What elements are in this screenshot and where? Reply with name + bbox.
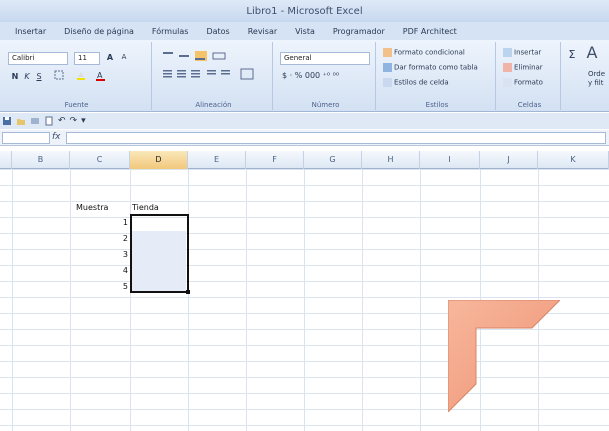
tab-formulas[interactable]: Fórmulas xyxy=(143,27,198,36)
ribbon-tabs: Insertar Diseño de página Fórmulas Datos… xyxy=(0,22,609,40)
column-header-e[interactable]: E xyxy=(188,151,246,169)
column-header-c[interactable]: C xyxy=(70,151,130,169)
column-header-h[interactable]: H xyxy=(362,151,420,169)
cells-group-label: Celdas xyxy=(517,101,542,109)
cell-c-muestra[interactable]: Muestra xyxy=(76,203,108,212)
column-header-d[interactable]: D xyxy=(130,151,188,169)
cells-group: Insertar Eliminar Formato Celdas xyxy=(499,42,561,110)
format-as-table-button[interactable]: Dar formato como tabla xyxy=(383,63,478,72)
tab-insertar[interactable]: Insertar xyxy=(6,27,55,36)
column-header-g[interactable]: G xyxy=(304,151,362,169)
tab-diseno-pagina[interactable]: Diseño de página xyxy=(55,27,143,36)
autosum-button[interactable]: Σ xyxy=(566,48,578,61)
formula-bar: fx xyxy=(0,130,609,146)
sort-filter-button[interactable]: A xyxy=(582,45,602,61)
currency-button[interactable]: $ · % 000 ⁺⁰ ⁰⁰ xyxy=(282,71,339,80)
undo-icon[interactable]: ↶ xyxy=(58,116,66,126)
print-preview-icon[interactable] xyxy=(30,116,40,126)
tab-programador[interactable]: Programador xyxy=(324,27,394,36)
formula-input[interactable] xyxy=(66,132,606,144)
tab-revisar[interactable]: Revisar xyxy=(239,27,286,36)
number-group: General $ · % 000 ⁺⁰ ⁰⁰ Número xyxy=(276,42,376,110)
column-header-b[interactable]: B xyxy=(12,151,70,169)
fx-icon[interactable]: fx xyxy=(52,132,61,142)
number-group-label: Número xyxy=(311,101,340,109)
cell-styles-button[interactable]: Estilos de celda xyxy=(383,78,449,87)
cell-c-row1[interactable]: 1 xyxy=(120,218,128,227)
borders-icon xyxy=(54,70,64,80)
redo-icon[interactable]: ↷ xyxy=(70,116,78,126)
column-headers: B C D E F G H I J K xyxy=(0,151,609,169)
filter-label: y filt xyxy=(588,79,604,87)
fill-handle[interactable] xyxy=(186,290,190,294)
tab-pdf-architect[interactable]: PDF Architect xyxy=(394,27,466,36)
styles-group: Formato condicional Dar formato como tab… xyxy=(379,42,496,110)
corner-arrow-graphic xyxy=(448,300,560,412)
conditional-format-button[interactable]: Formato condicional xyxy=(383,48,465,57)
quick-access-toolbar: ↶ ↷ ▾ xyxy=(0,113,609,129)
font-color-button[interactable]: A xyxy=(94,70,108,83)
alignment-group-label: Alineación xyxy=(195,101,232,109)
fill-color-button[interactable] xyxy=(74,70,88,83)
selected-range[interactable] xyxy=(130,214,189,293)
column-header-j[interactable]: J xyxy=(480,151,538,169)
open-icon[interactable] xyxy=(16,116,26,126)
column-header-f[interactable]: F xyxy=(246,151,304,169)
grow-font-button[interactable]: A xyxy=(104,51,116,64)
horizontal-align-icons xyxy=(163,68,254,80)
cell-c-row4[interactable]: 4 xyxy=(120,266,128,275)
font-color-icon: A xyxy=(96,71,105,81)
italic-button[interactable]: K xyxy=(22,70,32,83)
tab-vista[interactable]: Vista xyxy=(286,27,324,36)
tab-datos[interactable]: Datos xyxy=(197,27,238,36)
insert-cells-button[interactable]: Insertar xyxy=(503,48,541,57)
cell-d-tienda[interactable]: Tienda xyxy=(132,203,159,212)
font-size-select[interactable]: 11 xyxy=(74,52,100,65)
qat-customize-icon[interactable]: ▾ xyxy=(81,116,86,126)
sort-label: Orde xyxy=(588,70,606,78)
editing-group: Σ A Orde y filt xyxy=(564,42,609,110)
font-name-select[interactable]: Calibri xyxy=(8,52,68,65)
format-cells-button[interactable]: Formato xyxy=(503,78,543,87)
cell-c-row5[interactable]: 5 xyxy=(120,282,128,291)
vertical-align-icons xyxy=(163,51,226,61)
bold-button[interactable]: N xyxy=(10,70,20,83)
ribbon: Calibri 11 A A N K S A Fuente Alineación xyxy=(0,40,609,112)
underline-button[interactable]: S xyxy=(34,70,44,83)
window-title: Libro1 - Microsoft Excel xyxy=(246,5,363,17)
svg-text:A: A xyxy=(97,71,103,80)
styles-group-label: Estilos xyxy=(425,101,449,109)
alignment-group: Alineación xyxy=(155,42,273,110)
cell-c-row2[interactable]: 2 xyxy=(120,234,128,243)
font-group-label: Fuente xyxy=(64,101,89,109)
print-icon[interactable] xyxy=(44,116,54,126)
number-format-select[interactable]: General xyxy=(280,52,370,65)
shrink-font-button[interactable]: A xyxy=(118,51,130,64)
column-header-i[interactable]: I xyxy=(420,151,480,169)
row-header-corner[interactable] xyxy=(0,151,12,169)
column-header-k[interactable]: K xyxy=(538,151,609,169)
fill-color-icon xyxy=(77,72,85,80)
cell-c-row3[interactable]: 3 xyxy=(120,250,128,259)
borders-button[interactable] xyxy=(52,70,66,83)
font-group: Calibri 11 A A N K S A Fuente xyxy=(2,42,152,110)
title-bar: Libro1 - Microsoft Excel xyxy=(0,0,609,22)
delete-cells-button[interactable]: Eliminar xyxy=(503,63,543,72)
name-box[interactable] xyxy=(2,132,50,144)
save-icon[interactable] xyxy=(2,116,12,126)
